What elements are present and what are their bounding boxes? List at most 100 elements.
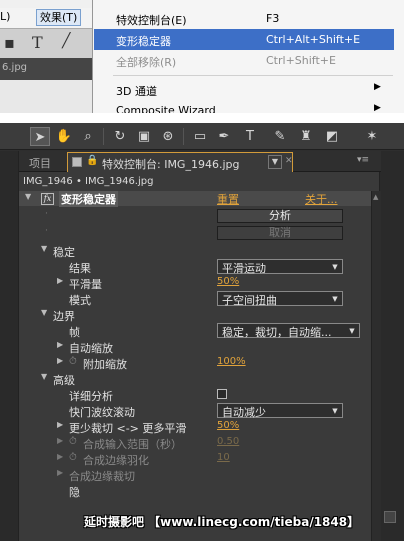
twirl-open-icon[interactable]: ▼ xyxy=(41,372,47,381)
group-label: 稳定 xyxy=(53,246,75,259)
stopwatch-icon[interactable]: ⏱ xyxy=(69,356,77,367)
tab-project[interactable]: 项目 xyxy=(19,153,65,172)
panel-scrollbar[interactable]: ▲ xyxy=(371,191,381,541)
after-effects-window: ➤ ✋ ⌕ ↻ ▣ ⊛ ▭ ✒ T ✎ ♜ ◩ ✶ 项目 🔒 特效控制台: IM… xyxy=(0,123,404,541)
synth-input-range-value[interactable]: 0.50 xyxy=(217,436,239,447)
eraser-tool-icon[interactable]: ◩ xyxy=(322,127,342,146)
menu-item-3d-channel[interactable]: 3D 通道 ▶ xyxy=(94,79,394,100)
fx-toggle-icon[interactable]: fx xyxy=(41,193,54,205)
twirl-open-icon[interactable]: ▼ xyxy=(41,244,47,253)
group-stabilize[interactable]: ▼ 稳定 xyxy=(19,243,371,259)
tool-strip-icon[interactable]: ▪ xyxy=(4,33,15,52)
brush-tool-icon[interactable]: ╱ xyxy=(62,33,70,49)
reset-link[interactable]: 重置 xyxy=(217,191,239,207)
dropdown-value: 稳定，裁切，自动缩... xyxy=(222,326,332,339)
brush-tool-icon[interactable]: ✎ xyxy=(270,127,290,146)
crop-smooth-value[interactable]: 50% xyxy=(217,420,239,431)
dropdown-value: 平滑运动 xyxy=(222,262,266,275)
camera-tool-icon[interactable]: ▣ xyxy=(134,127,154,146)
cancel-row: · 取消 xyxy=(19,226,371,241)
chevron-down-icon: ▼ xyxy=(332,263,338,271)
menu-item-effect-controls[interactable]: 特效控制台(E) F3 xyxy=(94,8,394,29)
twirl-closed-icon[interactable]: ▶ xyxy=(57,276,63,285)
twirl-closed-icon[interactable]: ▶ xyxy=(57,356,63,365)
puppet-tool-icon[interactable]: ✶ xyxy=(362,127,382,146)
menu-item-remove-all[interactable]: 全部移除(R) Ctrl+Shift+E xyxy=(94,50,394,71)
panel-right-gutter xyxy=(380,151,404,541)
rectangle-tool-icon[interactable]: ▭ xyxy=(190,127,210,146)
twirl-open-icon[interactable]: ▼ xyxy=(41,308,47,317)
menu-item-warp-stabilizer[interactable]: 变形稳定器 Ctrl+Alt+Shift+E xyxy=(94,29,394,50)
twirl-closed-icon[interactable]: ▶ xyxy=(57,420,63,429)
menu-item-label: 特效控制台(E) xyxy=(116,14,187,27)
property-label: 隐 xyxy=(69,486,80,499)
tab-effect-controls-label: 特效控制台: IMG_1946.jpg xyxy=(102,158,240,171)
rolling-shutter-dropdown[interactable]: 自动减少 ▼ xyxy=(217,403,343,419)
additional-scale-value[interactable]: 100% xyxy=(217,356,246,367)
detailed-analysis-row: 详细分析 xyxy=(19,387,371,403)
stopwatch-icon[interactable]: ⏱ xyxy=(69,452,77,463)
synth-input-range-row: ▶ ⏱ 合成输入范围（秒） 0.50 xyxy=(19,435,371,451)
panel-menu-icon[interactable]: ▾≡ xyxy=(357,155,369,165)
framing-dropdown[interactable]: 稳定，裁切，自动缩... ▼ xyxy=(217,323,360,339)
property-label: 合成边缘羽化 xyxy=(83,454,149,467)
watermark-text: 延时摄影吧 【www.linecg.com/tieba/1848】 xyxy=(84,515,360,529)
rotate-tool-icon[interactable]: ↻ xyxy=(110,127,130,146)
framing-row: 帧 稳定，裁切，自动缩... ▼ xyxy=(19,323,371,339)
panel-resize-handle[interactable] xyxy=(384,511,396,523)
chevron-down-icon: ▼ xyxy=(332,407,338,415)
twirl-closed-icon[interactable]: ▶ xyxy=(57,436,63,445)
menu-view-partial[interactable]: L) xyxy=(0,10,10,23)
synth-edge-feather-row: ▶ ⏱ 合成边缘羽化 10 xyxy=(19,451,371,467)
selection-tool-icon[interactable]: ➤ xyxy=(30,127,50,146)
menu-effects[interactable]: 效果(T) xyxy=(36,9,82,26)
scroll-up-arrow-icon[interactable]: ▲ xyxy=(373,193,378,201)
zoom-tool-icon[interactable]: ⌕ xyxy=(78,127,98,146)
menu-item-shortcut: Ctrl+Shift+E xyxy=(266,54,336,67)
toolbar-divider xyxy=(183,128,184,145)
left-panel-strip: 6.jpg xyxy=(0,58,92,80)
text-tool-icon[interactable]: T xyxy=(32,33,43,52)
property-label: 详细分析 xyxy=(69,390,113,403)
synth-edge-crop-row: ▶ 合成边缘裁切 xyxy=(19,467,371,483)
about-link[interactable]: 关于... xyxy=(305,191,338,207)
effects-dropdown-menu: 特效控制台(E) F3 变形稳定器 Ctrl+Alt+Shift+E 全部移除(… xyxy=(92,0,404,113)
synth-edge-feather-value[interactable]: 10 xyxy=(217,452,230,463)
property-label: 平滑量 xyxy=(69,278,102,291)
tab-effect-controls[interactable]: 🔒 特效控制台: IMG_1946.jpg ▼ ✕ xyxy=(67,152,293,172)
method-dropdown[interactable]: 子空间扭曲 ▼ xyxy=(217,291,343,307)
analyze-button[interactable]: 分析 xyxy=(217,209,343,223)
twirl-open-icon[interactable]: ▼ xyxy=(25,192,31,201)
result-dropdown[interactable]: 平滑运动 ▼ xyxy=(217,259,343,275)
detailed-analysis-checkbox[interactable] xyxy=(217,389,227,399)
stopwatch-icon[interactable]: ⏱ xyxy=(69,436,77,447)
panel-left-gutter xyxy=(0,151,18,541)
pen-tool-icon[interactable]: ✒ xyxy=(214,127,234,146)
twirl-closed-icon[interactable]: ▶ xyxy=(57,340,63,349)
result-row: 结果 平滑运动 ▼ xyxy=(19,259,371,275)
panel-square-icon xyxy=(72,157,82,167)
app-toolbar-partial: ▪ T ╱ xyxy=(0,28,92,58)
property-label: 合成边缘裁切 xyxy=(69,470,135,483)
hand-tool-icon[interactable]: ✋ xyxy=(54,127,74,146)
lock-icon[interactable]: 🔒 xyxy=(86,155,98,166)
menu-item-composite-wizard[interactable]: Composite Wizard ▶ xyxy=(94,100,394,113)
close-icon[interactable]: ✕ xyxy=(285,156,293,166)
effect-name[interactable]: 变形稳定器 xyxy=(59,191,118,207)
property-label: 模式 xyxy=(69,294,91,307)
chevron-down-icon: ▼ xyxy=(349,327,355,335)
clone-stamp-tool-icon[interactable]: ♜ xyxy=(296,127,316,146)
text-tool-icon[interactable]: T xyxy=(240,127,260,146)
group-borders[interactable]: ▼ 边界 xyxy=(19,307,371,323)
smoothness-value[interactable]: 50% xyxy=(217,276,239,287)
twirl-closed-icon[interactable]: ▶ xyxy=(57,468,63,477)
pan-behind-tool-icon[interactable]: ⊛ xyxy=(158,127,178,146)
smoothness-row: ▶ 平滑量 50% xyxy=(19,275,371,291)
layer-dropdown-button[interactable]: ▼ xyxy=(268,155,282,169)
twirl-closed-icon[interactable]: ▶ xyxy=(57,452,63,461)
cancel-button[interactable]: 取消 xyxy=(217,226,343,240)
tree-dot: · xyxy=(45,226,48,236)
tree-dot: · xyxy=(45,209,48,219)
effect-header-row: ▼ fx 变形稳定器 重置 关于... xyxy=(19,191,371,207)
group-advanced[interactable]: ▼ 高级 xyxy=(19,371,371,387)
